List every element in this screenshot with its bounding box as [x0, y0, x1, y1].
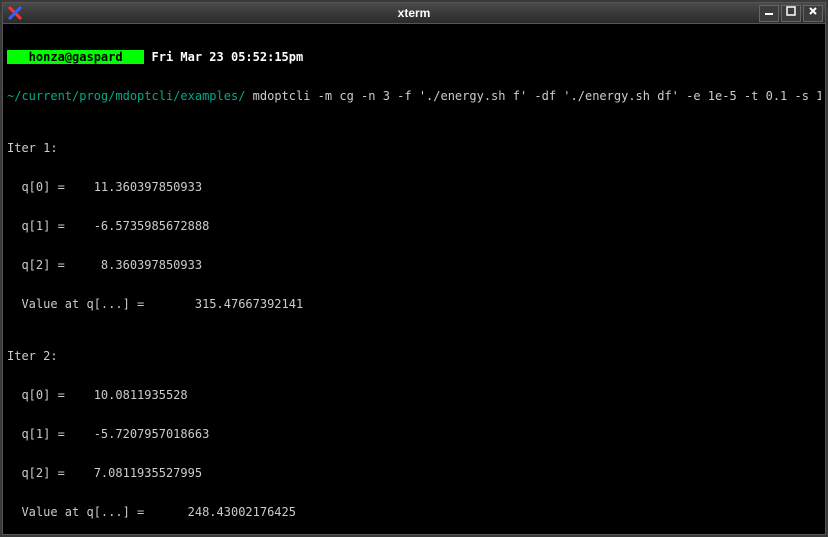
maximize-button[interactable] — [781, 5, 801, 22]
q-value: q[1] = -6.5735985672888 — [7, 220, 821, 233]
iter-label: Iter 2: — [7, 350, 821, 363]
close-button[interactable] — [803, 5, 823, 22]
window-buttons — [759, 5, 823, 22]
prompt-user: honza@gaspard — [7, 50, 144, 64]
window-title: xterm — [3, 6, 825, 20]
terminal-area[interactable]: honza@gaspard Fri Mar 23 05:52:15pm ~/cu… — [7, 25, 821, 530]
q-value: q[0] = 10.0811935528 — [7, 389, 821, 402]
command: mdoptcli -m cg -n 3 -f './energy.sh f' -… — [245, 89, 821, 103]
xterm-icon — [7, 5, 23, 21]
q-value: q[2] = 7.0811935527995 — [7, 467, 821, 480]
value-at-q: Value at q[...] = 248.43002176425 — [7, 506, 821, 519]
minimize-button[interactable] — [759, 5, 779, 22]
q-value: q[2] = 8.360397850933 — [7, 259, 821, 272]
xterm-window: xterm honza@gaspard Fri Mar 23 05:52:15p… — [2, 2, 826, 535]
value-at-q: Value at q[...] = 315.47667392141 — [7, 298, 821, 311]
prompt-path: ~/current/prog/mdoptcli/examples/ — [7, 89, 245, 103]
q-value: q[1] = -5.7207957018663 — [7, 428, 821, 441]
titlebar[interactable]: xterm — [3, 3, 825, 24]
prompt-date: Fri Mar 23 05:52:15pm — [144, 50, 303, 64]
iter-label: Iter 1: — [7, 142, 821, 155]
q-value: q[0] = 11.360397850933 — [7, 181, 821, 194]
